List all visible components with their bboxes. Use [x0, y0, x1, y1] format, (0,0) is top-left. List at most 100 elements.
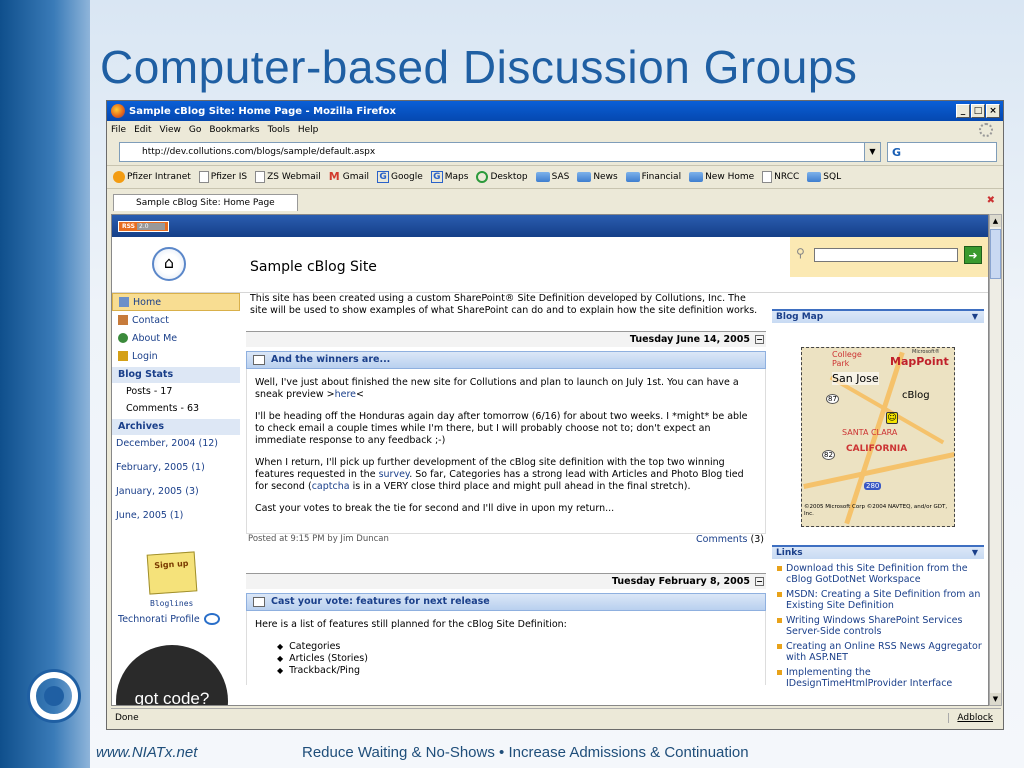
nav-contact[interactable]: Contact [112, 311, 240, 329]
archive-february-2005[interactable]: February, 2005 (1) [112, 459, 240, 483]
menu-edit[interactable]: Edit [134, 125, 151, 135]
bloglines-badge[interactable]: Sign up [146, 551, 198, 595]
close-button[interactable]: × [986, 104, 1000, 118]
vertical-scrollbar[interactable]: ▲ ▼ [989, 214, 1002, 706]
collapse-icon[interactable]: − [755, 577, 764, 586]
bookmark-sql[interactable]: SQL [807, 172, 841, 182]
slide-title: Computer-based Discussion Groups [100, 41, 858, 93]
bookmark-new-home[interactable]: New Home [689, 172, 754, 182]
nav-home[interactable]: Home [112, 293, 240, 311]
blog-map-heading[interactable]: Blog Map ▼ [772, 309, 984, 323]
google-icon: G [430, 171, 443, 183]
post-body: Well, I've just about finished the new s… [246, 369, 766, 533]
post-title[interactable]: Cast your vote: features for next releas… [246, 593, 766, 611]
search-go-button[interactable]: ➜ [964, 246, 982, 264]
post-body: Here is a list of features still planned… [246, 611, 766, 685]
menu-tools[interactable]: Tools [268, 125, 290, 135]
link-wss-server-controls[interactable]: Writing Windows SharePoint Services Serv… [776, 615, 982, 637]
desktop-icon [476, 171, 489, 183]
contact-card-icon [118, 315, 128, 325]
survey-link[interactable]: survey [379, 469, 410, 480]
close-tab-icon[interactable]: ✖ [987, 195, 995, 206]
folder-icon [807, 172, 822, 182]
link-msdn-site-definition[interactable]: MSDN: Creating a Site Definition from an… [776, 589, 982, 611]
archive-december-2004[interactable]: December, 2004 (12) [112, 435, 240, 459]
link-idesigntimehtmlprovider[interactable]: Implementing the IDesignTimeHtmlProvider… [776, 667, 982, 689]
bookmark-google[interactable]: G Google [377, 171, 423, 183]
post-footer: Posted at 9:15 PM by Jim Duncan Comments… [246, 533, 766, 547]
post-title[interactable]: And the winners are... [246, 351, 766, 369]
got-code-badge[interactable]: got code? [116, 645, 228, 705]
page-icon [762, 171, 773, 183]
bloglines-label[interactable]: Bloglines [150, 599, 193, 608]
menu-go[interactable]: Go [189, 125, 201, 135]
comments-link[interactable]: Comments (3) [696, 534, 766, 547]
bookmark-pfizer-is[interactable]: Pfizer IS [198, 171, 247, 183]
scroll-down-icon[interactable]: ▼ [990, 693, 1001, 705]
site-title: Sample cBlog Site [250, 259, 377, 275]
menu-help[interactable]: Help [298, 125, 319, 135]
bookmark-nrcc[interactable]: NRCC [762, 171, 799, 183]
posted-by: Posted at 9:15 PM by Jim Duncan [248, 534, 389, 544]
nav-login[interactable]: Login [112, 347, 240, 365]
archive-january-2005[interactable]: January, 2005 (3) [112, 483, 240, 507]
post-icon [253, 355, 265, 365]
site-header: ⌂ Sample cBlog Site ⚲ ➜ [112, 237, 988, 293]
site-search-input[interactable] [814, 248, 958, 262]
bookmark-maps[interactable]: G Maps [430, 171, 468, 183]
google-search-icon[interactable]: G [892, 146, 901, 159]
feature-list: Categories Articles (Stories) Trackback/… [255, 641, 757, 677]
post-paragraph: Cast your votes to break the tie for sec… [255, 503, 615, 514]
nav-about-me[interactable]: About Me [112, 329, 240, 347]
rss-badge[interactable]: RSS 2.0 [118, 221, 169, 232]
blog-stats-heading: Blog Stats [112, 367, 240, 383]
menu-bookmarks[interactable]: Bookmarks [209, 125, 259, 135]
post-paragraph: I'll be heading off the Honduras again d… [255, 411, 748, 446]
maximize-button[interactable]: □ [971, 104, 985, 118]
window-title: Sample cBlog Site: Home Page - Mozilla F… [129, 105, 396, 117]
scroll-thumb[interactable] [990, 229, 1001, 279]
link-rss-aggregator[interactable]: Creating an Online RSS News Aggregator w… [776, 641, 982, 663]
chevron-down-icon[interactable]: ▼ [972, 311, 978, 323]
bookmark-financial[interactable]: Financial [625, 172, 681, 182]
collapse-icon[interactable]: − [755, 335, 764, 344]
person-icon [118, 333, 128, 343]
post-icon [253, 597, 265, 607]
url-dropdown-icon[interactable]: ▼ [864, 143, 880, 161]
archive-june-2005[interactable]: June, 2005 (1) [112, 507, 240, 531]
bookmark-news[interactable]: News [577, 172, 618, 182]
chevron-down-icon[interactable]: ▼ [972, 547, 978, 559]
bookmark-sas[interactable]: SAS [535, 172, 569, 182]
home-icon[interactable]: ⌂ [152, 247, 186, 281]
menu-view[interactable]: View [160, 125, 181, 135]
bookmark-desktop[interactable]: Desktop [476, 171, 528, 183]
site-intro: This site has been created using a custo… [250, 293, 758, 316]
menu-file[interactable]: File [111, 125, 126, 135]
preview-link[interactable]: here [335, 389, 356, 400]
archives-heading: Archives [112, 419, 240, 435]
google-icon: G [377, 171, 390, 183]
adblock-button[interactable]: Adblock [948, 712, 1001, 723]
technorati-profile-link[interactable]: Technorati Profile [118, 613, 220, 625]
post-date-header: Tuesday February 8, 2005− [246, 573, 766, 589]
captcha-link[interactable]: captcha [312, 481, 350, 492]
tab-home-page[interactable]: Sample cBlog Site: Home Page [113, 194, 298, 211]
search-engine-box[interactable]: G [887, 142, 997, 162]
status-bar: Done Adblock [111, 708, 1001, 726]
gmail-icon: M [328, 170, 340, 183]
bookmark-gmail[interactable]: M Gmail [329, 171, 369, 183]
link-gotdotnet-workspace[interactable]: Download this Site Definition from the c… [776, 563, 982, 585]
tab-bar: Sample cBlog Site: Home Page ✖ [107, 189, 1003, 211]
rss-strip: RSS 2.0 [112, 215, 988, 237]
bookmarks-toolbar: Pfizer Intranet Pfizer IS ZS Webmail M Gm… [107, 165, 1003, 189]
url-bar[interactable]: http://dev.collutions.com/blogs/sample/d… [119, 142, 881, 162]
mappoint-logo: MapPoint [890, 355, 949, 368]
status-text: Done [115, 712, 139, 723]
minimize-button[interactable]: _ [956, 104, 970, 118]
links-heading[interactable]: Links ▼ [772, 545, 984, 559]
blog-map[interactable]: College Park Microsoft® MapPoint San Jos… [801, 347, 955, 527]
bookmark-pfizer-intranet[interactable]: Pfizer Intranet [113, 171, 191, 183]
scroll-up-icon[interactable]: ▲ [990, 215, 1001, 227]
bookmark-zs-webmail[interactable]: ZS Webmail [255, 171, 321, 183]
left-navigation: Home Contact About Me Login Blog Stats P… [112, 293, 240, 705]
